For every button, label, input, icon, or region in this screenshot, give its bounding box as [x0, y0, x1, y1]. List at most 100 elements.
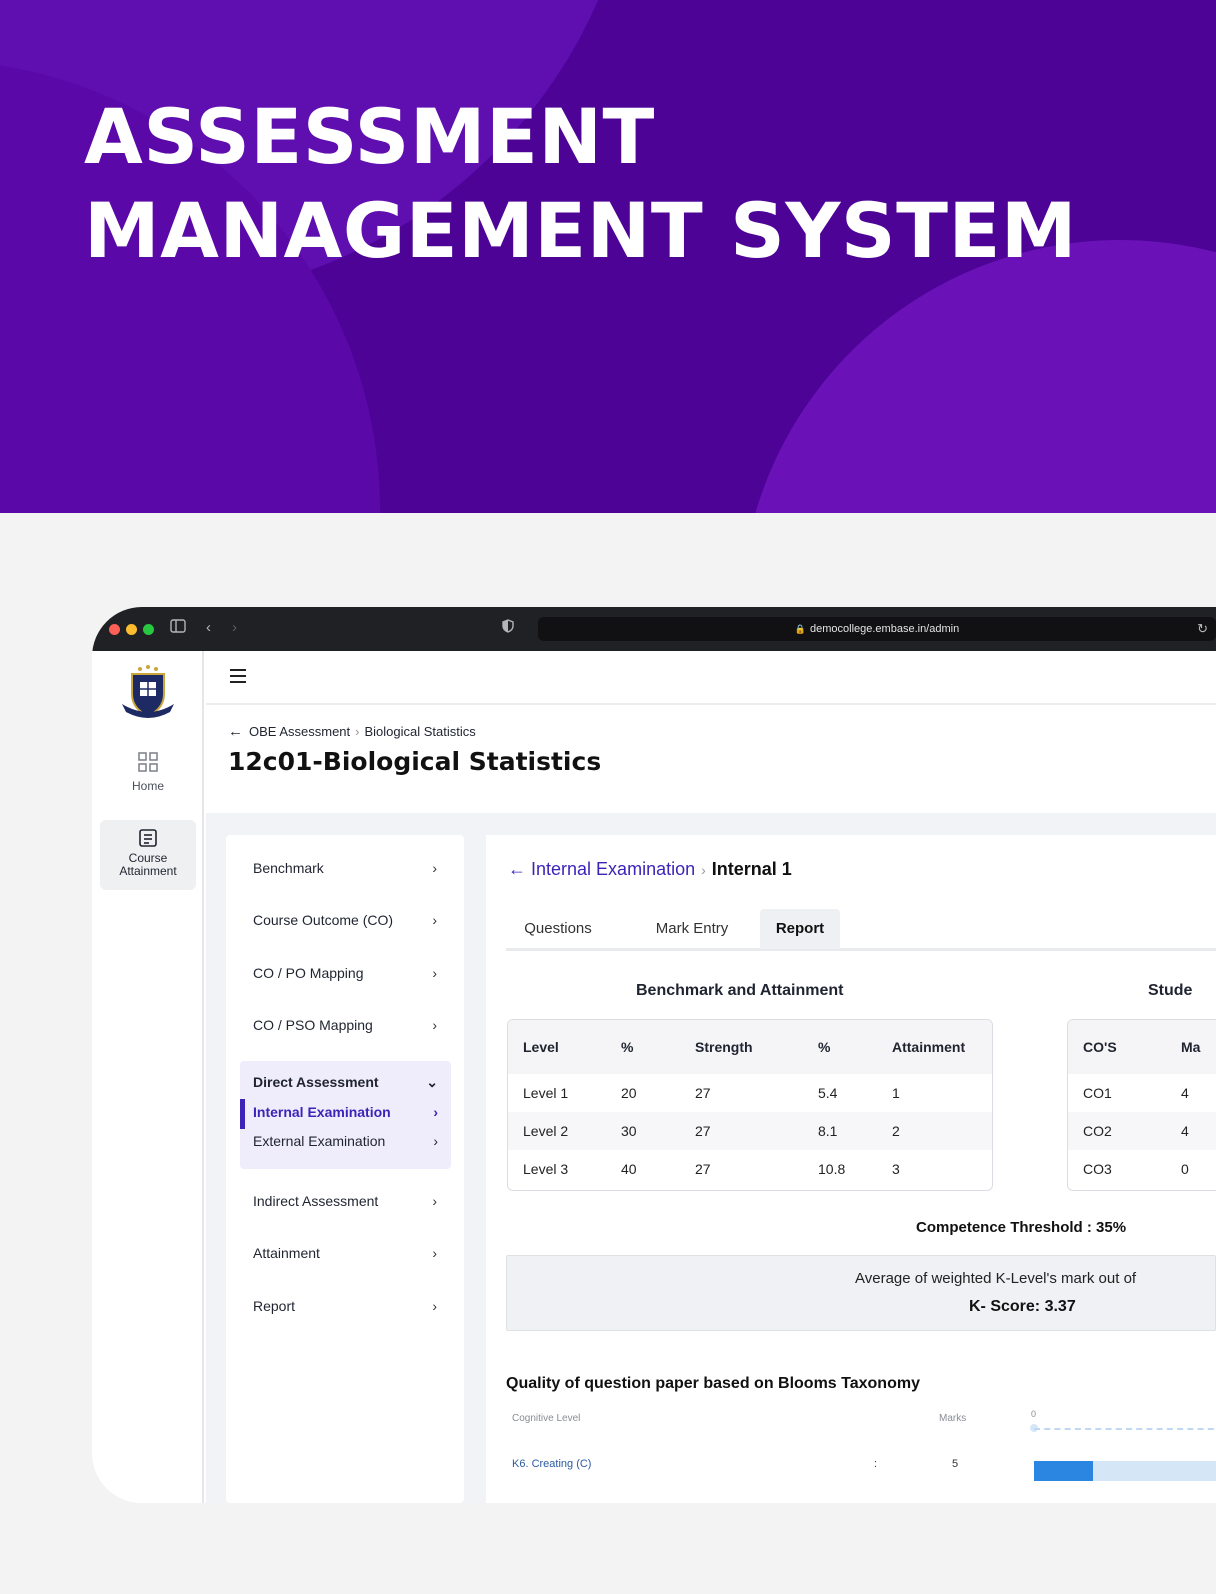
table-cell: 27 [695, 1123, 711, 1139]
hero-title: ASSESSMENT MANAGEMENT SYSTEM [84, 90, 1077, 278]
nav-item-internal-examination[interactable]: Internal Examination › [253, 1104, 438, 1120]
chevron-right-icon: › [355, 724, 360, 739]
chevron-right-icon: › [701, 862, 706, 878]
bloom-row-marks: 5 [952, 1458, 959, 1470]
table-row: Level 3 40 27 10.8 3 [508, 1150, 992, 1188]
table-cell: CO1 [1083, 1085, 1112, 1101]
nav-item-label: External Examination [253, 1133, 386, 1149]
nav-item-label: Attainment [253, 1245, 320, 1261]
maximize-window-button[interactable] [143, 624, 154, 635]
axis-gridline [1034, 1428, 1216, 1430]
chevron-down-icon: ⌄ [426, 1074, 438, 1090]
back-nav-icon[interactable]: ‹ [206, 619, 211, 636]
tab-mark-entry[interactable]: Mark Entry [630, 909, 754, 949]
column-header: Strength [695, 1039, 753, 1055]
breadcrumb-internal-examination[interactable]: Internal Examination [531, 859, 695, 879]
table-row: Level 2 30 27 8.1 2 [508, 1112, 992, 1150]
close-window-button[interactable] [109, 624, 120, 635]
hero-decoration [740, 240, 1216, 513]
table-row: CO2 4 [1068, 1112, 1216, 1150]
hero-title-line2: MANAGEMENT SYSTEM [84, 186, 1078, 275]
nav-item-indirect-assessment[interactable]: Indirect Assessment › [253, 1193, 437, 1209]
sidebar-toggle-icon[interactable] [170, 619, 186, 637]
panel-breadcrumb: ← Internal Examination › Internal 1 [508, 859, 792, 880]
breadcrumb-parent[interactable]: OBE Assessment [249, 724, 350, 739]
rail-home-item[interactable]: Home [100, 751, 196, 811]
left-rail: Home Course Attainment [92, 651, 204, 1503]
browser-titlebar: ‹ › 🔒 democollege.embase.in/admin ↻ [92, 607, 1216, 651]
table-cell: 30 [621, 1123, 637, 1139]
nav-item-direct-assessment[interactable]: Direct Assessment ⌄ [253, 1074, 438, 1090]
breadcrumb: ← OBE Assessment › Biological Statistics [228, 723, 476, 740]
nav-item-label: Course Outcome (CO) [253, 912, 394, 928]
k-score-value: K- Score: 3.37 [969, 1298, 1076, 1315]
bloom-row-label: K6. Creating (C) [512, 1458, 592, 1470]
column-header: % [818, 1039, 831, 1055]
tab-report[interactable]: Report [760, 909, 840, 949]
table-cell: 5.4 [818, 1085, 838, 1101]
nav-item-course-outcome[interactable]: Course Outcome (CO) › [253, 912, 437, 928]
breadcrumb-current: Biological Statistics [364, 724, 476, 739]
k-score-box: Average of weighted K-Level's mark out o… [506, 1255, 1216, 1331]
column-header: Level [523, 1039, 559, 1055]
hero-title-line1: ASSESSMENT [84, 92, 655, 181]
chevron-right-icon: › [432, 1193, 437, 1209]
table-cell: 2 [892, 1123, 900, 1139]
tab-questions[interactable]: Questions [506, 909, 610, 949]
k-score-description: Average of weighted K-Level's mark out o… [855, 1270, 1137, 1287]
menu-icon[interactable] [230, 669, 246, 683]
forward-nav-icon[interactable]: › [232, 619, 237, 636]
column-header: Attainment [892, 1039, 966, 1055]
column-header: CO'S [1083, 1039, 1117, 1055]
rail-course-attainment-item[interactable]: Course Attainment [100, 820, 196, 890]
chevron-right-icon: › [432, 1245, 437, 1261]
chevron-right-icon: › [432, 1017, 437, 1033]
table-cell: 4 [1181, 1123, 1189, 1139]
section-nav: Benchmark › Course Outcome (CO) › CO / PO … [226, 835, 464, 1503]
nav-item-benchmark[interactable]: Benchmark › [253, 860, 437, 876]
shield-icon [502, 619, 514, 637]
page-title: 12c01-Biological Statistics [228, 747, 602, 776]
table-cell: 4 [1181, 1085, 1189, 1101]
chevron-right-icon: › [433, 1104, 438, 1120]
minimize-window-button[interactable] [126, 624, 137, 635]
chevron-right-icon: › [432, 1298, 437, 1314]
table-cell: Level 1 [523, 1085, 569, 1101]
students-title: Stude [1148, 982, 1193, 999]
column-header: Ma [1181, 1039, 1201, 1055]
nav-item-attainment[interactable]: Attainment › [253, 1245, 437, 1261]
table-cell: Level 2 [523, 1123, 569, 1139]
marks-header: Marks [939, 1413, 967, 1424]
nav-item-co-pso-mapping[interactable]: CO / PSO Mapping › [253, 1017, 437, 1033]
nav-item-report[interactable]: Report › [253, 1298, 437, 1314]
reload-icon[interactable]: ↻ [1197, 617, 1208, 641]
back-arrow-icon[interactable]: ← [508, 859, 526, 879]
college-logo [120, 664, 176, 722]
table-row: CO1 4 [1068, 1074, 1216, 1112]
table-header: Level % Strength % Attainment [508, 1020, 992, 1074]
table-cell: 3 [892, 1161, 900, 1177]
bloom-bar-fill [1034, 1461, 1093, 1481]
rail-course-label-line2: Attainment [119, 864, 177, 878]
table-cell: 27 [695, 1085, 711, 1101]
table-cell: CO3 [1083, 1161, 1112, 1177]
students-table: CO'S Ma CO1 4 CO2 4 CO3 0 [1067, 1019, 1216, 1191]
back-arrow-icon[interactable]: ← [228, 723, 243, 740]
nav-group-direct-assessment: Direct Assessment ⌄ Internal Examination ›… [240, 1061, 451, 1169]
benchmark-table: Level % Strength % Attainment Level 1 20… [507, 1019, 993, 1191]
address-url: democollege.embase.in/admin [810, 623, 960, 635]
table-cell: 20 [621, 1085, 637, 1101]
table-cell: 27 [695, 1161, 711, 1177]
nav-item-label: Indirect Assessment [253, 1193, 379, 1209]
blooms-title: Quality of question paper based on Bloom… [506, 1375, 920, 1392]
address-bar[interactable]: 🔒 democollege.embase.in/admin ↻ [538, 617, 1216, 641]
document-list-icon [138, 828, 158, 848]
nav-item-co-po-mapping[interactable]: CO / PO Mapping › [253, 965, 437, 981]
table-cell: CO2 [1083, 1123, 1112, 1139]
nav-item-label: Internal Examination [253, 1104, 391, 1120]
nav-item-external-examination[interactable]: External Examination › [253, 1133, 438, 1149]
hero-banner: ASSESSMENT MANAGEMENT SYSTEM [0, 0, 1216, 513]
bloom-row-separator: : [874, 1458, 878, 1470]
lock-icon: 🔒 [794, 624, 806, 634]
grid-icon [100, 751, 196, 779]
